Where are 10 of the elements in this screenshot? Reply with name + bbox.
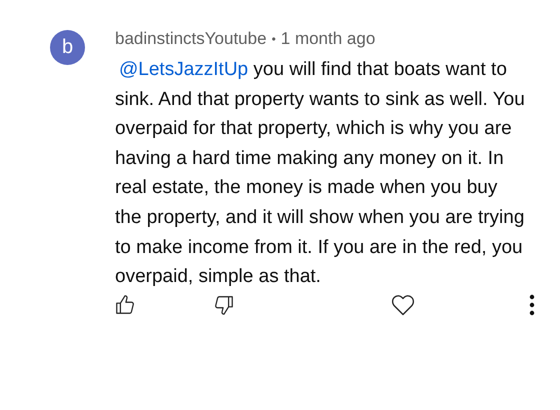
heart-icon[interactable] [391, 294, 415, 316]
more-options-icon[interactable] [529, 294, 535, 316]
thumbs-down-icon[interactable] [213, 294, 235, 316]
mention-link[interactable]: @LetsJazzItUp [119, 59, 248, 80]
author-name[interactable]: badinstinctsYoutube [115, 29, 267, 49]
thumbs-up-icon[interactable] [114, 294, 136, 316]
comment-text: @LetsJazzItUp you will find that boats want to sink. And that property wants to sink as well. You overpaid for that property, which is why you are having a hard time making any money on it. In real estate, the money is made when you buy the property, and it will show when you are trying to make income from it. If you are in the red, you overpaid, simple as that. [115, 58, 525, 290]
avatar[interactable]: b [50, 30, 85, 65]
separator: • [272, 32, 276, 46]
timestamp: 1 month ago [280, 29, 376, 49]
